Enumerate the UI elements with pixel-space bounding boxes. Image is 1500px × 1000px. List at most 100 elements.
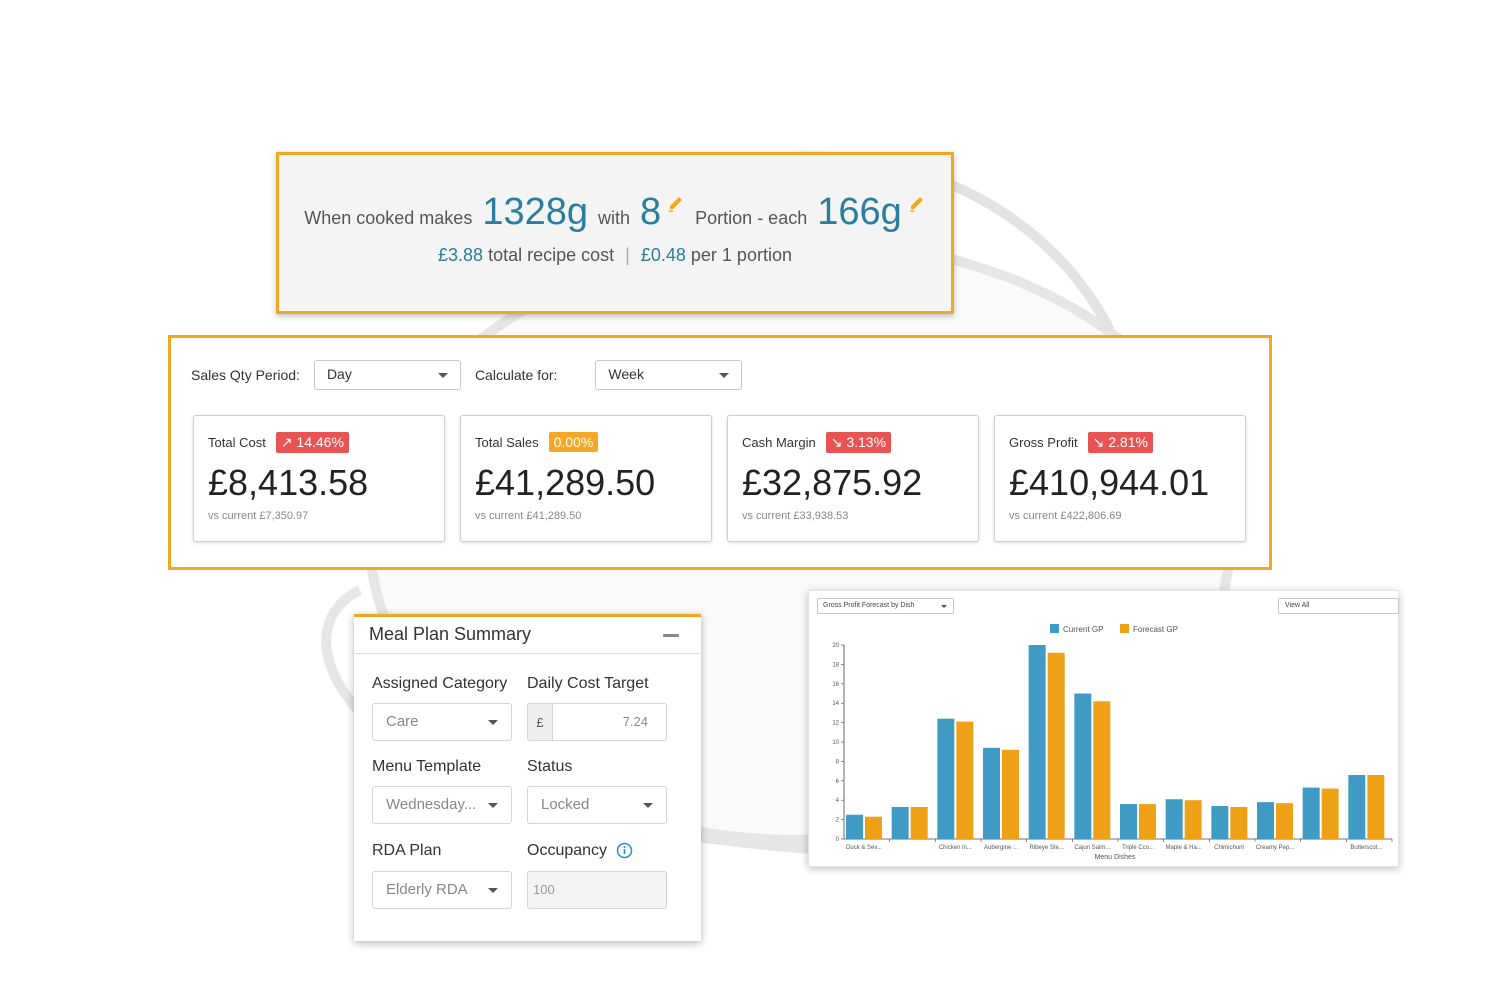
assigned-category-label: Assigned Category [372,675,508,692]
menu-template-label: Menu Template [372,758,482,775]
chart-type-select[interactable]: Gross Profit Forecast by Dish [817,598,954,614]
cost-separator: | [625,245,630,265]
x-tick-label: Maple & Ha... [1165,845,1202,851]
filter-row: Sales Qty Period: Day Calculate for: Wee… [191,360,743,390]
rda-plan-select[interactable]: Elderly RDA [372,871,512,909]
x-tick-label: Chimichurri [1214,845,1244,851]
chart-bar [1093,701,1111,839]
currency-prefix: £ [528,704,553,740]
kpi-title: Total Sales [475,434,539,450]
chart-bar [937,718,955,839]
occupancy-label: Occupancy [527,842,608,859]
chart-bar [1028,645,1046,839]
chart-bar [1257,802,1274,839]
legend-label: Forecast GP [1133,625,1178,634]
y-tick-label: 8 [836,759,840,765]
chart-bar [1002,749,1019,839]
daily-cost-target-field[interactable]: £ 7.24 [527,703,667,741]
view-filter-select[interactable]: View All [1278,598,1399,614]
legend-swatch [1050,624,1059,633]
daily-cost-target-label: Daily Cost Target [527,675,649,692]
x-tick-label: Triple Cco... [1122,845,1154,851]
chart-bar [1302,787,1320,839]
portion-label: Portion - each [695,208,808,228]
chevron-down-icon [488,720,498,725]
x-tick-label: Cajun Salm... [1074,845,1110,851]
status-label: Status [527,758,573,775]
y-tick-label: 20 [832,643,839,649]
edit-portions-pencil-icon[interactable] [667,195,685,213]
kpi-card-row: Total Cost ↗ 14.46% £8,413.58 vs current… [193,415,1246,542]
kpi-value: £410,944.01 [1009,462,1210,503]
collapse-icon[interactable] [663,634,679,637]
chart-bar [983,747,1000,839]
portion-weight-value: 166g [817,191,902,233]
chart-bar [846,814,863,839]
chart-bar [1211,806,1229,839]
chart-bar [1120,804,1137,839]
kpi-comparison: vs current £7,350.97 [208,510,309,522]
x-tick-label: Duck & Sev... [846,845,882,851]
kpi-value: £32,875.92 [742,462,923,503]
y-tick-label: 2 [836,818,840,824]
chart-bar [1047,652,1065,839]
legend-label: Current GP [1063,625,1103,634]
y-tick-label: 16 [832,682,839,688]
panel-title: Meal Plan Summary [369,624,532,644]
menu-template-select[interactable]: Wednesday... [372,786,512,824]
chart-type-value: Gross Profit Forecast by Dish [823,602,915,609]
occupancy-field[interactable]: 100 [527,871,667,909]
edit-portion-weight-pencil-icon[interactable] [908,195,926,213]
occupancy-label-wrap: Occupancy [527,842,633,860]
x-tick-label: Ribeye Ste... [1029,845,1064,851]
chart-bar [1367,774,1385,839]
chevron-down-icon [488,803,498,808]
chart-bar [910,806,928,839]
chevron-down-icon [437,373,448,378]
kpi-change-badge: ↗ 14.46% [275,432,349,453]
kpi-title: Gross Profit [1009,435,1078,450]
kpi-comparison: vs current £33,938.53 [742,510,849,522]
meal-plan-summary-panel: Meal Plan Summary Assigned Category Care… [354,614,701,941]
daily-cost-target-value: 7.24 [622,714,648,729]
chevron-down-icon [719,373,730,378]
kpi-title: Cash Margin [742,435,816,450]
yield-summary: When cooked makes 1328g with 8 Portion -… [279,191,951,234]
assigned-category-select[interactable]: Care [372,703,512,741]
gross-profit-chart-panel: Current GP Forecast GP 0 2 4 6 8 10 12 14 16 18 20 Du… [808,590,1399,867]
x-tick-label: Aubergine ... [984,845,1018,851]
total-cost-value: £3.88 [438,245,484,265]
view-filter-value: View All [1285,602,1310,609]
kpi-card-total-cost: Total Cost ↗ 14.46% £8,413.58 vs current… [193,415,445,542]
calculate-for-select[interactable]: Week [595,360,743,390]
y-tick-label: 12 [832,721,839,727]
chart-bar [891,806,909,839]
chart-bar [956,721,974,839]
chevron-down-icon [643,803,653,808]
per-portion-cost-value: £0.48 [640,245,686,265]
sales-qty-period-label: Sales Qty Period: [191,367,300,383]
portions-value: 8 [640,191,662,233]
chart-bar [1165,799,1183,839]
info-icon[interactable] [616,842,633,859]
total-cost-label: total recipe cost [488,245,615,265]
legend-swatch [1120,624,1129,633]
y-tick-label: 10 [832,740,839,746]
chart-bar [1139,804,1156,839]
chevron-down-icon [488,888,498,893]
x-tick-label: Creamy Pep... [1256,845,1295,851]
kpi-value: £41,289.50 [475,462,656,503]
status-select[interactable]: Locked [527,786,667,824]
rda-plan-label: RDA Plan [372,842,442,859]
chart-bar [1184,800,1202,839]
calculate-for-value: Week [608,366,644,382]
kpi-change-badge: ↘ 3.13% [825,432,892,453]
sales-qty-period-select[interactable]: Day [313,360,461,390]
chart-bar [1348,774,1366,839]
menu-template-value: Wednesday... [386,796,477,813]
chart-bar [1276,803,1293,839]
assigned-category-value: Care [386,713,419,730]
kpi-comparison: vs current £422,806.69 [1009,510,1122,522]
rda-plan-value: Elderly RDA [386,881,468,898]
kpi-comparison: vs current £41,289.50 [475,510,582,522]
